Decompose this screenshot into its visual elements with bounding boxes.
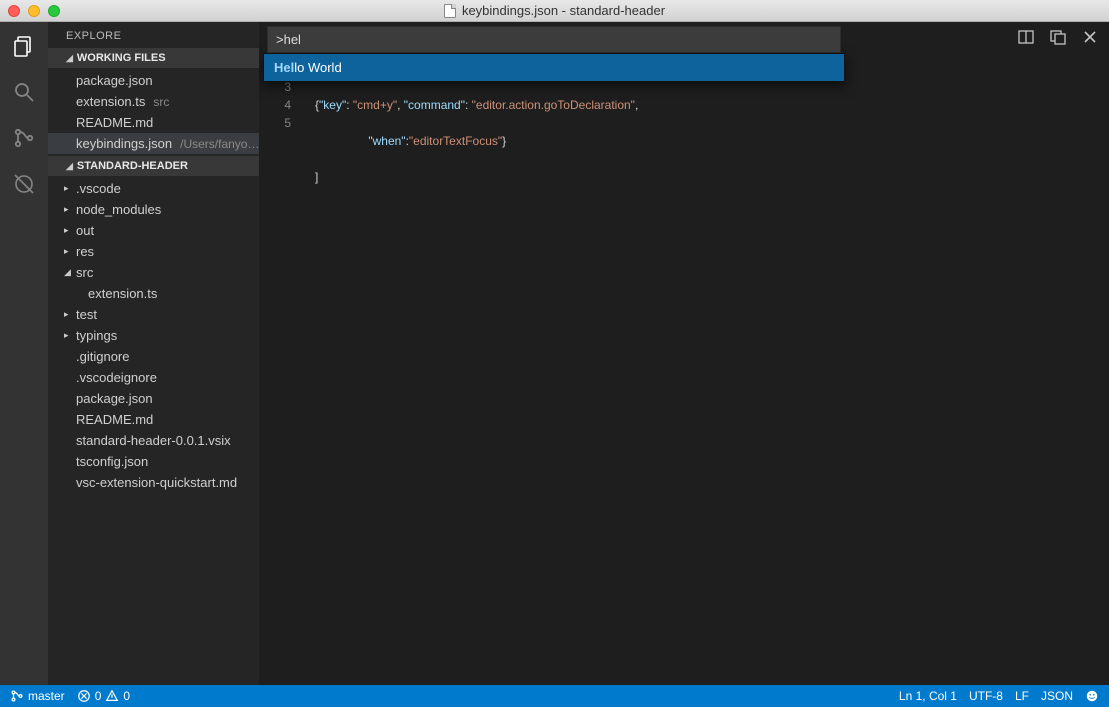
tree-file[interactable]: .gitignore xyxy=(48,346,259,367)
working-file[interactable]: README.md xyxy=(48,112,259,133)
command-palette-list: Hello World xyxy=(263,53,845,82)
project-tree: ▸.vscode ▸node_modules ▸out ▸res ◢src ex… xyxy=(48,176,259,495)
tree-file[interactable]: package.json xyxy=(48,388,259,409)
language-mode-status[interactable]: JSON xyxy=(1041,689,1073,703)
maximize-window-button[interactable] xyxy=(48,5,60,17)
tree-file[interactable]: extension.ts xyxy=(48,283,259,304)
tree-folder[interactable]: ◢src xyxy=(48,262,259,283)
tree-folder[interactable]: ▸typings xyxy=(48,325,259,346)
open-changes-icon[interactable] xyxy=(1049,28,1067,46)
tree-folder[interactable]: ▸res xyxy=(48,241,259,262)
split-editor-icon[interactable] xyxy=(1017,28,1035,46)
git-branch-status[interactable]: master xyxy=(10,689,65,703)
file-icon xyxy=(444,4,456,18)
working-files-list: package.json extension.ts src README.md … xyxy=(48,68,259,156)
encoding-status[interactable]: UTF-8 xyxy=(969,689,1003,703)
explorer-icon[interactable] xyxy=(10,32,38,60)
tree-folder[interactable]: ▸test xyxy=(48,304,259,325)
command-palette-item[interactable]: Hello World xyxy=(264,54,844,81)
window-title: keybindings.json - standard-header xyxy=(0,3,1109,18)
cursor-position-status[interactable]: Ln 1, Col 1 xyxy=(899,689,957,703)
tree-folder[interactable]: ▸.vscode xyxy=(48,178,259,199)
close-window-button[interactable] xyxy=(8,5,20,17)
line-gutter: 3 4 5 xyxy=(259,78,309,132)
chevron-down-icon: ◢ xyxy=(66,161,73,172)
activity-bar xyxy=(0,22,48,685)
tree-file[interactable]: standard-header-0.0.1.vsix xyxy=(48,430,259,451)
working-file[interactable]: keybindings.json /Users/fanyo… xyxy=(48,133,259,154)
explorer-sidebar: EXPLORE ◢ WORKING FILES package.json ext… xyxy=(48,22,259,685)
match-highlight: Hel xyxy=(274,60,294,75)
tree-folder[interactable]: ▸out xyxy=(48,220,259,241)
window-title-text: keybindings.json - standard-header xyxy=(462,3,665,18)
tree-file[interactable]: README.md xyxy=(48,409,259,430)
working-files-header[interactable]: ◢ WORKING FILES xyxy=(48,48,259,68)
sidebar-title: EXPLORE xyxy=(48,22,259,48)
close-editor-icon[interactable] xyxy=(1081,28,1099,46)
chevron-down-icon: ◢ xyxy=(66,53,73,64)
status-bar: master 0 0 Ln 1, Col 1 UTF-8 LF JSON xyxy=(0,685,1109,707)
tree-file[interactable]: tsconfig.json xyxy=(48,451,259,472)
chevron-right-icon: ▸ xyxy=(64,204,72,215)
editor-area[interactable]: Hello World 3 4 5 {"key": "cmd+y", "comm… xyxy=(259,22,1109,685)
code-content[interactable]: {"key": "cmd+y", "command": "editor.acti… xyxy=(315,78,638,222)
chevron-right-icon: ▸ xyxy=(64,183,72,194)
feedback-icon[interactable] xyxy=(1085,689,1099,703)
tree-file[interactable]: .vscodeignore xyxy=(48,367,259,388)
search-icon[interactable] xyxy=(10,78,38,106)
debug-icon[interactable] xyxy=(10,170,38,198)
minimize-window-button[interactable] xyxy=(28,5,40,17)
problems-status[interactable]: 0 0 xyxy=(77,689,130,703)
chevron-right-icon: ▸ xyxy=(64,225,72,236)
project-header[interactable]: ◢ STANDARD-HEADER xyxy=(48,156,259,176)
tree-folder[interactable]: ▸node_modules xyxy=(48,199,259,220)
chevron-down-icon: ◢ xyxy=(64,267,72,278)
working-file[interactable]: extension.ts src xyxy=(48,91,259,112)
working-file[interactable]: package.json xyxy=(48,70,259,91)
chevron-right-icon: ▸ xyxy=(64,330,72,341)
editor-actions xyxy=(1017,28,1099,46)
chevron-right-icon: ▸ xyxy=(64,246,72,257)
window-controls xyxy=(0,5,60,17)
chevron-right-icon: ▸ xyxy=(64,309,72,320)
command-palette-input[interactable] xyxy=(267,26,841,53)
window-titlebar: keybindings.json - standard-header xyxy=(0,0,1109,22)
source-control-icon[interactable] xyxy=(10,124,38,152)
eol-status[interactable]: LF xyxy=(1015,689,1029,703)
command-palette: Hello World xyxy=(259,26,849,82)
tree-file[interactable]: vsc-extension-quickstart.md xyxy=(48,472,259,493)
